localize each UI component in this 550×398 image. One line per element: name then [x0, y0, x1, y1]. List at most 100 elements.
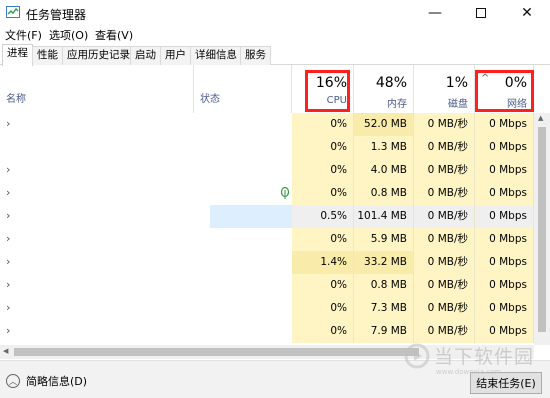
column-header-network[interactable]: ^ 0% 网络	[475, 65, 534, 113]
collapse-up-icon: ︿	[6, 374, 20, 388]
title-bar: 任务管理器 — ✕	[0, 0, 550, 26]
expand-chevron-icon[interactable]: ›	[6, 163, 10, 176]
column-header-memory[interactable]: 48% 内存	[354, 65, 414, 113]
cpu-cell: 0%	[292, 297, 354, 320]
brief-info-label: 简略信息(D)	[26, 375, 88, 388]
process-row[interactable]: › 0% 0.8 MB 0 MB/秒 0 Mbps	[0, 274, 534, 297]
network-cell: 0 Mbps	[475, 159, 534, 182]
disk-cell: 0 MB/秒	[414, 251, 475, 274]
expand-chevron-icon[interactable]: ›	[6, 117, 10, 130]
column-name-label: 名称	[6, 94, 26, 105]
watermark-logo-icon	[404, 343, 430, 368]
memory-label: 内存	[387, 99, 407, 110]
disk-cell: 0 MB/秒	[414, 320, 475, 343]
process-row[interactable]: › 0% 4.0 MB 0 MB/秒 0 Mbps	[0, 159, 534, 182]
memory-cell: 0.8 MB	[354, 274, 414, 297]
memory-cell: 52.0 MB	[354, 113, 414, 136]
network-cell: 0 Mbps	[475, 136, 534, 159]
cpu-cell: 0%	[292, 113, 354, 136]
cpu-cell: 0%	[292, 159, 354, 182]
scroll-up-icon: ▲	[538, 114, 544, 122]
maximize-icon	[476, 8, 486, 18]
disk-cell: 0 MB/秒	[414, 228, 475, 251]
tab-startup[interactable]: 启动	[130, 46, 161, 65]
close-button[interactable]: ✕	[504, 0, 550, 26]
memory-cell: 7.9 MB	[354, 320, 414, 343]
cpu-total: 16%	[315, 75, 347, 91]
expand-chevron-icon[interactable]: ›	[6, 278, 10, 291]
scroll-left-icon: ◀	[3, 347, 9, 355]
minimize-icon: —	[428, 5, 442, 21]
watermark: 当下软件园	[404, 342, 534, 369]
memory-cell: 5.9 MB	[354, 228, 414, 251]
network-cell: 0 Mbps	[475, 113, 534, 136]
cpu-cell: 0%	[292, 136, 354, 159]
process-row[interactable]: › 0% 0.8 MB 0 MB/秒 0 Mbps	[0, 182, 534, 205]
network-cell: 0 Mbps	[475, 274, 534, 297]
disk-cell: 0 MB/秒	[414, 182, 475, 205]
disk-cell: 0 MB/秒	[414, 113, 475, 136]
column-status-label: 状态	[200, 94, 220, 105]
efficiency-leaf-icon	[280, 187, 290, 199]
selected-row-highlight	[210, 205, 292, 228]
network-label: 网络	[507, 99, 527, 110]
cpu-cell: 0.5%	[292, 205, 354, 228]
process-row[interactable]: › 0% 7.9 MB 0 MB/秒 0 Mbps	[0, 320, 534, 343]
cpu-cell: 0%	[292, 228, 354, 251]
brief-info-button[interactable]: ︿ 简略信息(D)	[6, 373, 87, 389]
cpu-cell: 1.4%	[292, 251, 354, 274]
tab-processes[interactable]: 进程	[2, 44, 33, 66]
process-row[interactable]: › 0.5% 101.4 MB 0 MB/秒 0 Mbps	[0, 205, 534, 228]
disk-cell: 0 MB/秒	[414, 297, 475, 320]
memory-cell: 0.8 MB	[354, 182, 414, 205]
process-row[interactable]: › 1.4% 33.2 MB 0 MB/秒 0 Mbps	[0, 251, 534, 274]
process-row[interactable]: › 0% 7.3 MB 0 MB/秒 0 Mbps	[0, 297, 534, 320]
window-title: 任务管理器	[26, 8, 87, 22]
disk-cell: 0 MB/秒	[414, 136, 475, 159]
disk-cell: 0 MB/秒	[414, 205, 475, 228]
expand-chevron-icon[interactable]: ›	[6, 255, 10, 268]
tab-details[interactable]: 详细信息	[190, 46, 242, 65]
process-row[interactable]: › 0% 52.0 MB 0 MB/秒 0 Mbps	[0, 113, 534, 136]
network-cell: 0 Mbps	[475, 205, 534, 228]
tab-app-history[interactable]: 应用历史记录	[62, 46, 135, 65]
network-cell: 0 Mbps	[475, 251, 534, 274]
watermark-url: www.downxia.com	[436, 368, 502, 376]
expand-chevron-icon[interactable]: ›	[6, 232, 10, 245]
column-header-status[interactable]: 状态	[194, 65, 292, 113]
column-header-cpu[interactable]: 16% CPU	[292, 65, 354, 113]
tab-performance[interactable]: 性能	[32, 46, 63, 65]
column-header-name[interactable]: 名称	[0, 65, 194, 113]
tab-bar: 进程 性能 应用历史记录 启动 用户 详细信息 服务	[0, 44, 550, 66]
expand-chevron-icon[interactable]: ›	[6, 209, 10, 222]
menu-options[interactable]: 选项(O)	[49, 27, 88, 43]
maximize-button[interactable]	[458, 0, 504, 26]
process-row[interactable]: 0% 1.3 MB 0 MB/秒 0 Mbps	[0, 136, 534, 159]
cpu-cell: 0%	[292, 182, 354, 205]
memory-cell: 101.4 MB	[354, 205, 414, 228]
disk-total: 1%	[445, 75, 468, 91]
expand-chevron-icon[interactable]: ›	[6, 186, 10, 199]
sort-arrow-icon: ^	[481, 73, 490, 84]
minimize-button[interactable]: —	[412, 0, 458, 26]
network-cell: 0 Mbps	[475, 182, 534, 205]
expand-chevron-icon[interactable]: ›	[6, 301, 10, 314]
memory-cell: 7.3 MB	[354, 297, 414, 320]
column-header-disk[interactable]: 1% 磁盘	[414, 65, 475, 113]
expand-chevron-icon[interactable]: ›	[6, 324, 10, 337]
tab-services[interactable]: 服务	[240, 46, 271, 65]
memory-cell: 33.2 MB	[354, 251, 414, 274]
memory-cell: 4.0 MB	[354, 159, 414, 182]
tab-users[interactable]: 用户	[160, 46, 191, 65]
menu-file[interactable]: 文件(F)	[5, 27, 42, 43]
horizontal-scroll-thumb[interactable]	[14, 348, 419, 356]
disk-label: 磁盘	[448, 99, 468, 110]
memory-cell: 1.3 MB	[354, 136, 414, 159]
menu-bar: 文件(F) 选项(O) 查看(V)	[0, 26, 550, 44]
cpu-cell: 0%	[292, 320, 354, 343]
process-row[interactable]: › 0% 5.9 MB 0 MB/秒 0 Mbps	[0, 228, 534, 251]
network-cell: 0 Mbps	[475, 320, 534, 343]
process-grid: 名称 状态 16% CPU 48% 内存 1% 磁盘 ^ 0% 网络 › 0% 52…	[0, 65, 550, 345]
vertical-scroll-thumb[interactable]	[538, 127, 546, 332]
menu-view[interactable]: 查看(V)	[95, 27, 133, 43]
